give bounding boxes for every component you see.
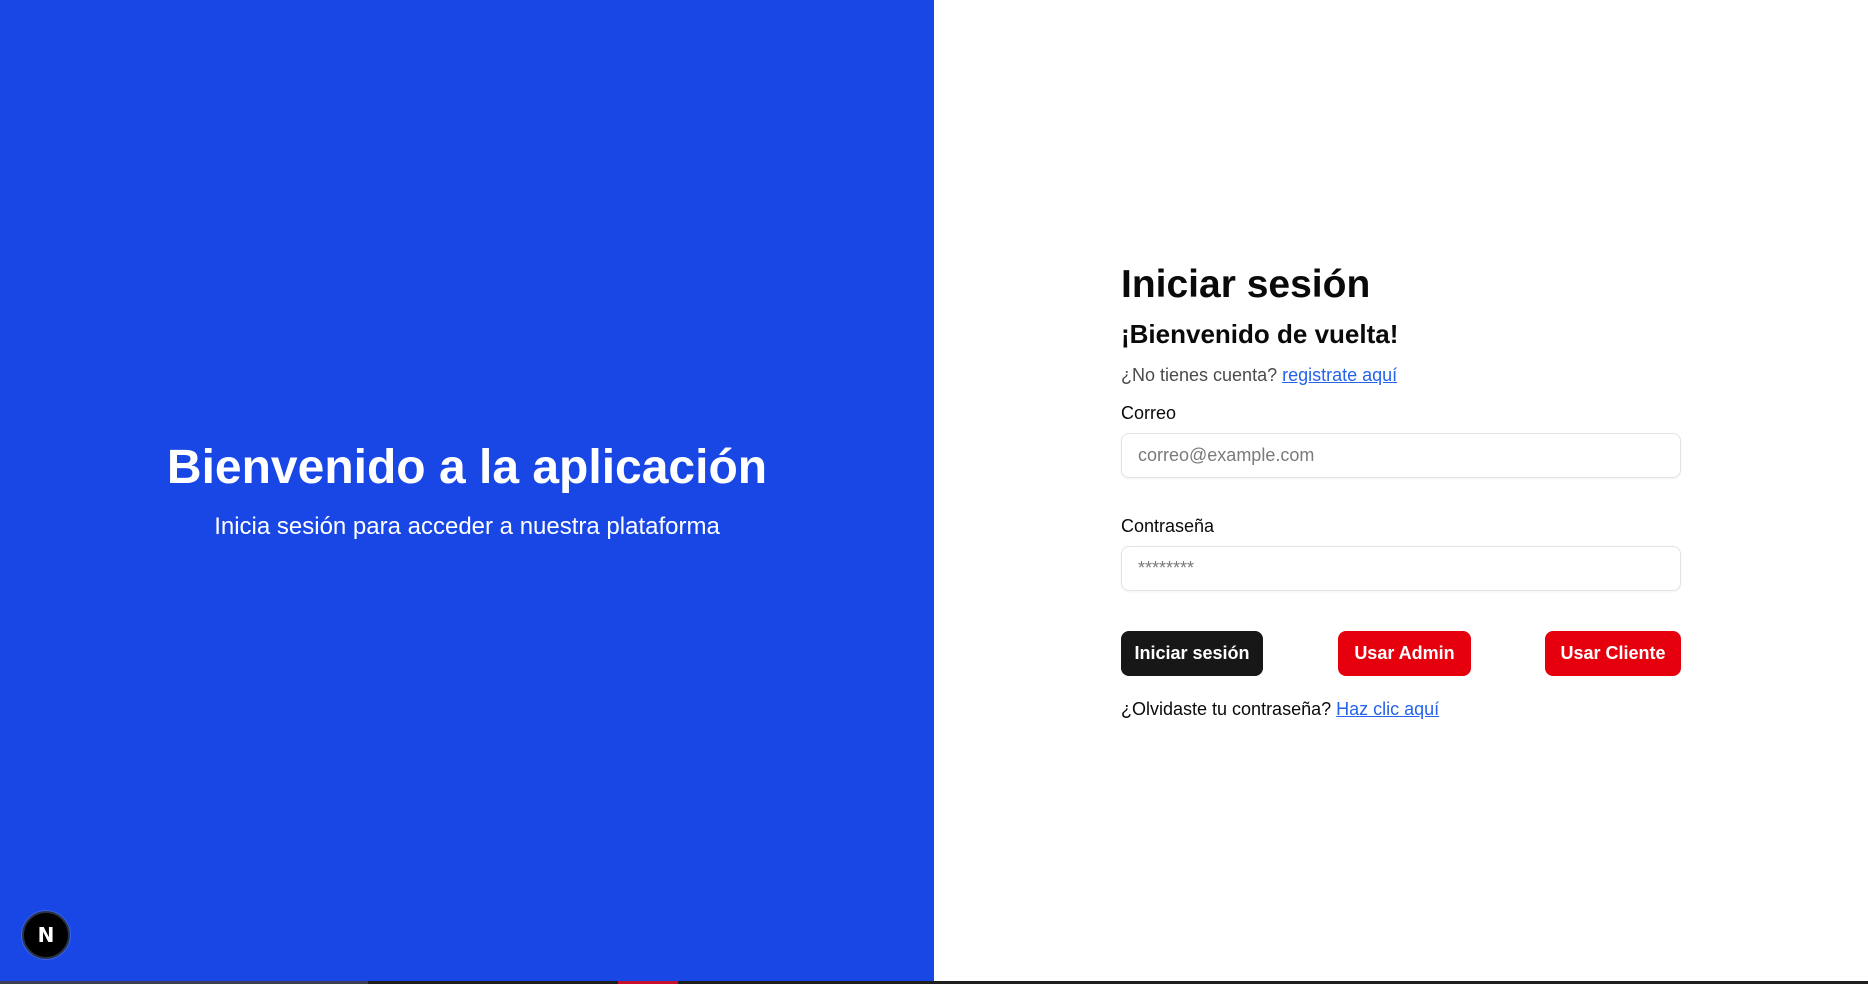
login-button[interactable]: Iniciar sesión bbox=[1121, 631, 1263, 676]
register-prompt: ¿No tienes cuenta? bbox=[1121, 365, 1278, 385]
hero-subtitle: Inicia sesión para acceder a nuestra pla… bbox=[214, 513, 720, 540]
form-title: Iniciar sesión bbox=[1121, 263, 1371, 306]
email-label: Correo bbox=[1121, 403, 1177, 423]
hero-title: Bienvenido a la aplicación bbox=[166, 441, 768, 494]
register-row: ¿No tienes cuenta? registrate aquí bbox=[1121, 363, 1397, 387]
password-label: Contraseña bbox=[1121, 516, 1215, 536]
forgot-password-row: ¿Olvidaste tu contraseña? Haz clic aquí bbox=[1121, 697, 1439, 721]
use-client-button[interactable]: Usar Cliente bbox=[1545, 631, 1681, 676]
form-subtitle: ¡Bienvenido de vuelta! bbox=[1121, 319, 1399, 349]
forgot-password-link[interactable]: Haz clic aquí bbox=[1336, 699, 1439, 719]
use-admin-button[interactable]: Usar Admin bbox=[1338, 631, 1471, 676]
badge-letter: N bbox=[37, 923, 55, 947]
register-link[interactable]: registrate aquí bbox=[1282, 365, 1397, 385]
email-field[interactable] bbox=[1121, 433, 1681, 478]
forgot-prompt: ¿Olvidaste tu contraseña? bbox=[1121, 699, 1332, 719]
nextjs-logo-icon[interactable]: N bbox=[22, 911, 70, 959]
password-field[interactable] bbox=[1121, 546, 1681, 591]
hero-panel: Bienvenido a la aplicación Inicia sesión… bbox=[0, 0, 934, 984]
login-page: Bienvenido a la aplicación Inicia sesión… bbox=[0, 0, 1868, 984]
